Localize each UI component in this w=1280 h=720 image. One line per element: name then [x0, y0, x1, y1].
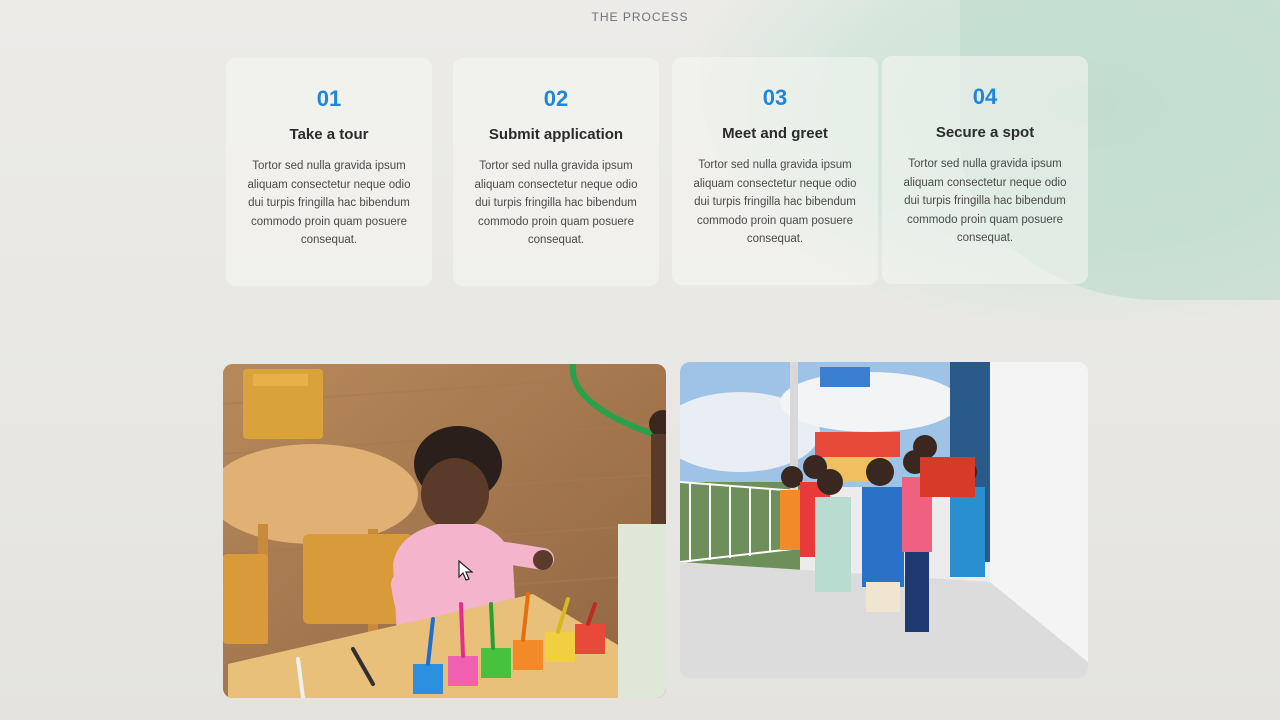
step-description: Tortor sed nulla gravida ipsum aliquam c… [693, 159, 857, 245]
step-card-1: 01 Take a tour Tortor sed nulla gravida … [226, 58, 432, 286]
step-description: Tortor sed nulla gravida ipsum aliquam c… [903, 158, 1067, 244]
section-eyebrow: THE PROCESS [591, 10, 689, 24]
mouse-pointer-icon [458, 560, 474, 582]
step-description: Tortor sed nulla gravida ipsum aliquam c… [247, 160, 411, 246]
balcony-photo [680, 362, 1088, 678]
step-card-3: 03 Meet and greet Tortor sed nulla gravi… [672, 57, 878, 285]
step-number: 03 [762, 85, 788, 110]
step-number: 02 [543, 86, 569, 111]
step-number: 04 [972, 84, 998, 109]
step-card-2: 02 Submit application Tortor sed nulla g… [453, 58, 659, 286]
step-title: Take a tour [289, 126, 369, 143]
step-title: Secure a spot [935, 124, 1035, 141]
step-title: Submit application [488, 126, 624, 143]
step-description: Tortor sed nulla gravida ipsum aliquam c… [474, 160, 638, 246]
step-number: 01 [316, 86, 342, 111]
process-steps: 01 Take a tour Tortor sed nulla gravida … [226, 56, 1088, 288]
step-card-4: 04 Secure a spot Tortor sed nulla gravid… [882, 56, 1088, 284]
classroom-photo [223, 364, 666, 698]
step-title: Meet and greet [722, 125, 828, 142]
